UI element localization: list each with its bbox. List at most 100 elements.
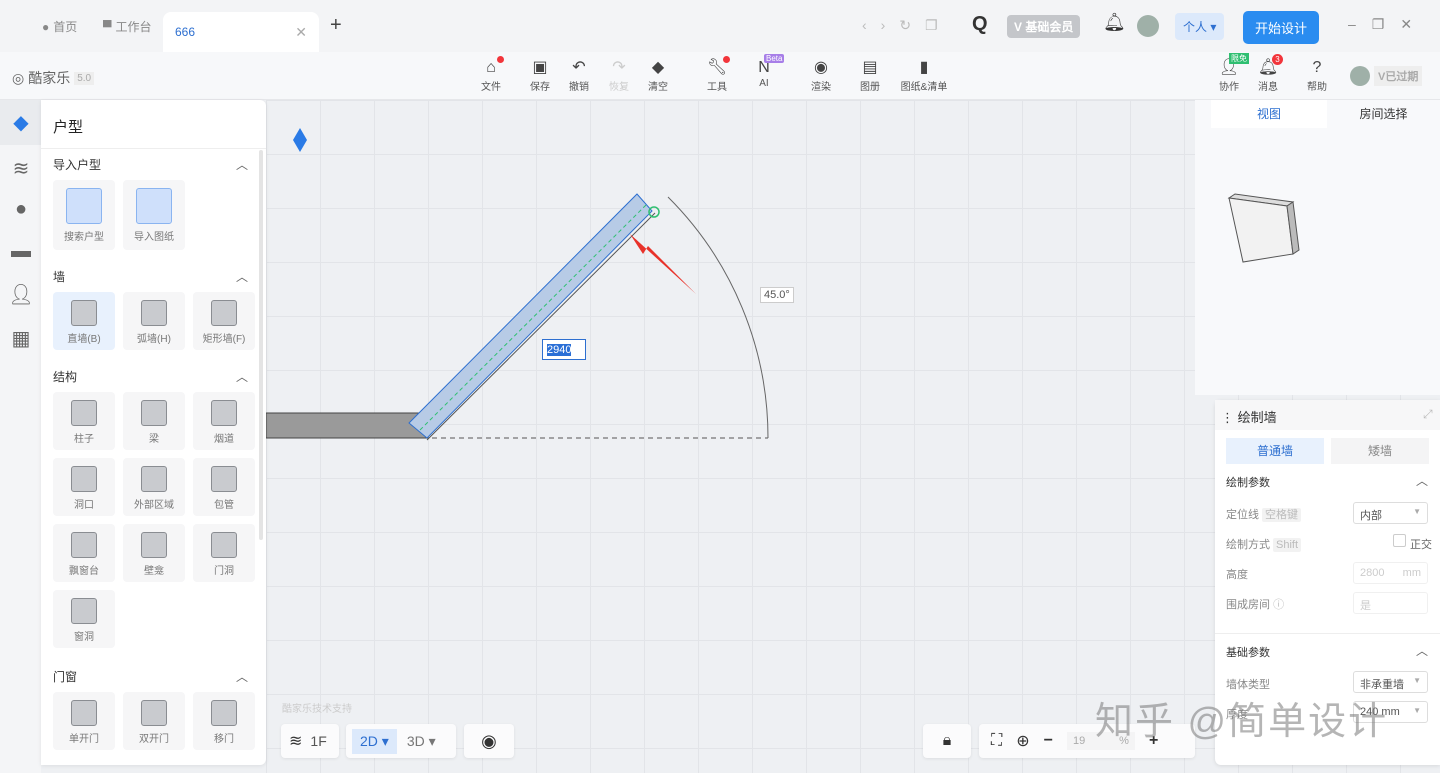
3d-mode-button[interactable]: 3D ▾ xyxy=(407,733,436,750)
file-button[interactable]: ⌂ 文件 xyxy=(471,56,511,93)
layers-icon: ≋ xyxy=(289,733,303,750)
zoom-out-button[interactable]: − xyxy=(1044,732,1053,750)
item-card[interactable]: 柱子 xyxy=(53,392,115,450)
new-tab-button[interactable]: + xyxy=(330,14,342,37)
section-header[interactable]: 门窗 ︿ xyxy=(53,668,248,685)
lock-icon[interactable]: 🔒︎ xyxy=(923,724,971,758)
messages-button[interactable]: 🔔︎ 消息 3 xyxy=(1248,54,1288,93)
item-card[interactable]: 烟道 xyxy=(193,392,255,450)
window-controls[interactable]: –❐✕ xyxy=(1348,16,1428,33)
floorplan-icon[interactable]: ◆ xyxy=(8,110,34,136)
cabinet-icon[interactable]: ▦ xyxy=(8,326,34,352)
position-select[interactable]: 内部 ▼ xyxy=(1353,502,1428,524)
vip-badge[interactable]: V 基础会员 xyxy=(1007,15,1081,38)
category-rail: ◆ ≋ ● ▬ 👤︎ ▦ xyxy=(0,100,41,773)
drag-handle[interactable]: ⋮ 绘制墙 xyxy=(1221,407,1277,426)
item-card[interactable]: 外部区域 xyxy=(123,458,185,516)
2d-mode-button[interactable]: 2D ▾ xyxy=(352,728,397,754)
item-card[interactable]: 门洞 xyxy=(193,524,255,582)
item-card[interactable]: 弧墙(H) xyxy=(123,292,185,350)
item-card[interactable]: 矩形墙(F) xyxy=(193,292,255,350)
beta-badge: Beta xyxy=(764,54,785,63)
item-card[interactable]: 移门 xyxy=(193,692,255,750)
enclose-room-label: 围成房间 ⓘ xyxy=(1226,596,1284,612)
item-card[interactable]: 单开门 xyxy=(53,692,115,750)
item-card[interactable]: 飘窗台 xyxy=(53,524,115,582)
mode-label: 2D xyxy=(360,732,378,749)
normal-wall-button[interactable]: 普通墙 xyxy=(1226,438,1324,464)
tab-view[interactable]: 视图 xyxy=(1211,100,1327,128)
item-card[interactable]: 梁 xyxy=(123,392,185,450)
section-header[interactable]: 墙 ︿ xyxy=(53,268,248,285)
personal-dropdown[interactable]: 个人 ▾ xyxy=(1175,13,1225,40)
info-icon[interactable]: ⓘ xyxy=(1273,599,1284,611)
item-card[interactable]: 直墙(B) xyxy=(53,292,115,350)
item-icon xyxy=(211,466,237,492)
save-icon: ▣ xyxy=(532,59,548,76)
section-header[interactable]: 结构 ︿ xyxy=(53,368,248,385)
tab-room-select[interactable]: 房间选择 xyxy=(1327,100,1440,128)
item-icon xyxy=(211,300,237,326)
floorplan-panel: 户型 导入户型 ︿ 搜索户型 导入图纸墙 ︿ 直墙(B) 弧墙(H) 矩形墙(F) 结构 ︿ 柱子梁… xyxy=(41,100,266,765)
membership-status[interactable]: V已过期 xyxy=(1350,66,1423,86)
tab-home[interactable]: ● 首页 xyxy=(42,18,77,35)
item-card[interactable]: 洞口 xyxy=(53,458,115,516)
tab-label: 666 xyxy=(175,25,196,39)
tools-button[interactable]: 🔧︎ 工具 xyxy=(697,56,737,93)
help-icon: ? xyxy=(1312,59,1322,76)
item-card[interactable]: 包管 xyxy=(193,458,255,516)
input-value: 2800 xyxy=(1360,567,1385,579)
chevron-up-icon: ︿ xyxy=(235,270,248,284)
tech-support-link[interactable]: 酷家乐技术支持 xyxy=(282,700,352,715)
eye-icon[interactable]: ◉ xyxy=(464,724,514,758)
lightbulb-icon[interactable]: ● xyxy=(8,198,34,224)
nav-buttons[interactable]: ‹›↻❐ xyxy=(862,17,952,34)
tool-label: 图纸&清单 xyxy=(900,82,948,93)
collapse-icon[interactable]: ︿ xyxy=(1416,472,1428,489)
item-card[interactable]: 导入图纸 xyxy=(123,180,185,250)
section-header[interactable]: 导入户型 ︿ xyxy=(53,156,248,173)
help-button[interactable]: ? 帮助 xyxy=(1297,58,1337,93)
item-card[interactable]: 双开门 xyxy=(123,692,185,750)
render-button[interactable]: ◉ 渲染 xyxy=(801,58,841,93)
person-icon[interactable]: 👤︎ xyxy=(8,282,34,308)
low-wall-button[interactable]: 矮墙 xyxy=(1331,438,1429,464)
item-card[interactable]: 窗洞 xyxy=(53,590,115,648)
collab-button[interactable]: 👤︎ 协作 限免 xyxy=(1209,53,1249,93)
ortho-checkbox[interactable] xyxy=(1393,534,1406,547)
tab-666[interactable]: 666 ✕ xyxy=(163,12,319,52)
start-design-button[interactable]: 开始设计 xyxy=(1243,11,1320,44)
undo-button[interactable]: ↶ 撤销 xyxy=(559,58,599,93)
album-button[interactable]: ▤ 图册 xyxy=(850,58,890,93)
item-icon xyxy=(71,700,97,726)
redo-button[interactable]: ↷ 恢复 xyxy=(599,58,639,93)
save-button[interactable]: ▣ 保存 xyxy=(520,58,560,93)
height-input[interactable]: 2800 mm xyxy=(1353,562,1428,584)
collapse-icon[interactable]: ︿ xyxy=(1416,642,1428,659)
ai-button[interactable]: N AI Beta xyxy=(744,54,785,89)
tool-label: 渲染 xyxy=(811,82,831,93)
sofa-icon[interactable]: ▬ xyxy=(8,240,34,266)
avatar[interactable] xyxy=(1137,15,1159,37)
zoom-region-icon[interactable]: ⊕ xyxy=(1016,731,1029,751)
fit-view-icon[interactable]: ⛶ xyxy=(991,732,1002,750)
tab-workbench[interactable]: ▀ 工作台 xyxy=(103,18,152,35)
close-icon[interactable]: ✕ xyxy=(295,24,307,41)
tab-label: 首页 xyxy=(53,20,78,34)
bell-icon[interactable]: 🔔︎ xyxy=(1103,12,1126,33)
item-card[interactable]: 搜索户型 xyxy=(53,180,115,250)
expand-icon[interactable]: ⤢ xyxy=(1423,407,1433,422)
eraser-icon: ◆ xyxy=(651,59,665,76)
layers-icon[interactable]: ≋ xyxy=(8,156,34,182)
clear-button[interactable]: ◆ 清空 xyxy=(638,58,678,93)
chevron-up-icon: ︿ xyxy=(235,158,248,172)
item-card[interactable]: 壁龛 xyxy=(123,524,185,582)
drawings-button[interactable]: ▮ 图纸&清单 xyxy=(896,58,952,93)
scrollbar[interactable] xyxy=(259,150,263,540)
floor-label: 1F xyxy=(310,733,327,749)
3d-preview[interactable]: 视图 房间选择 xyxy=(1195,100,1440,395)
enclose-room-select[interactable]: 是 xyxy=(1353,592,1428,614)
length-input[interactable]: 2940 xyxy=(542,339,586,360)
floor-selector[interactable]: ≋ 1F xyxy=(281,724,339,758)
search-icon[interactable]: Q xyxy=(972,13,988,36)
